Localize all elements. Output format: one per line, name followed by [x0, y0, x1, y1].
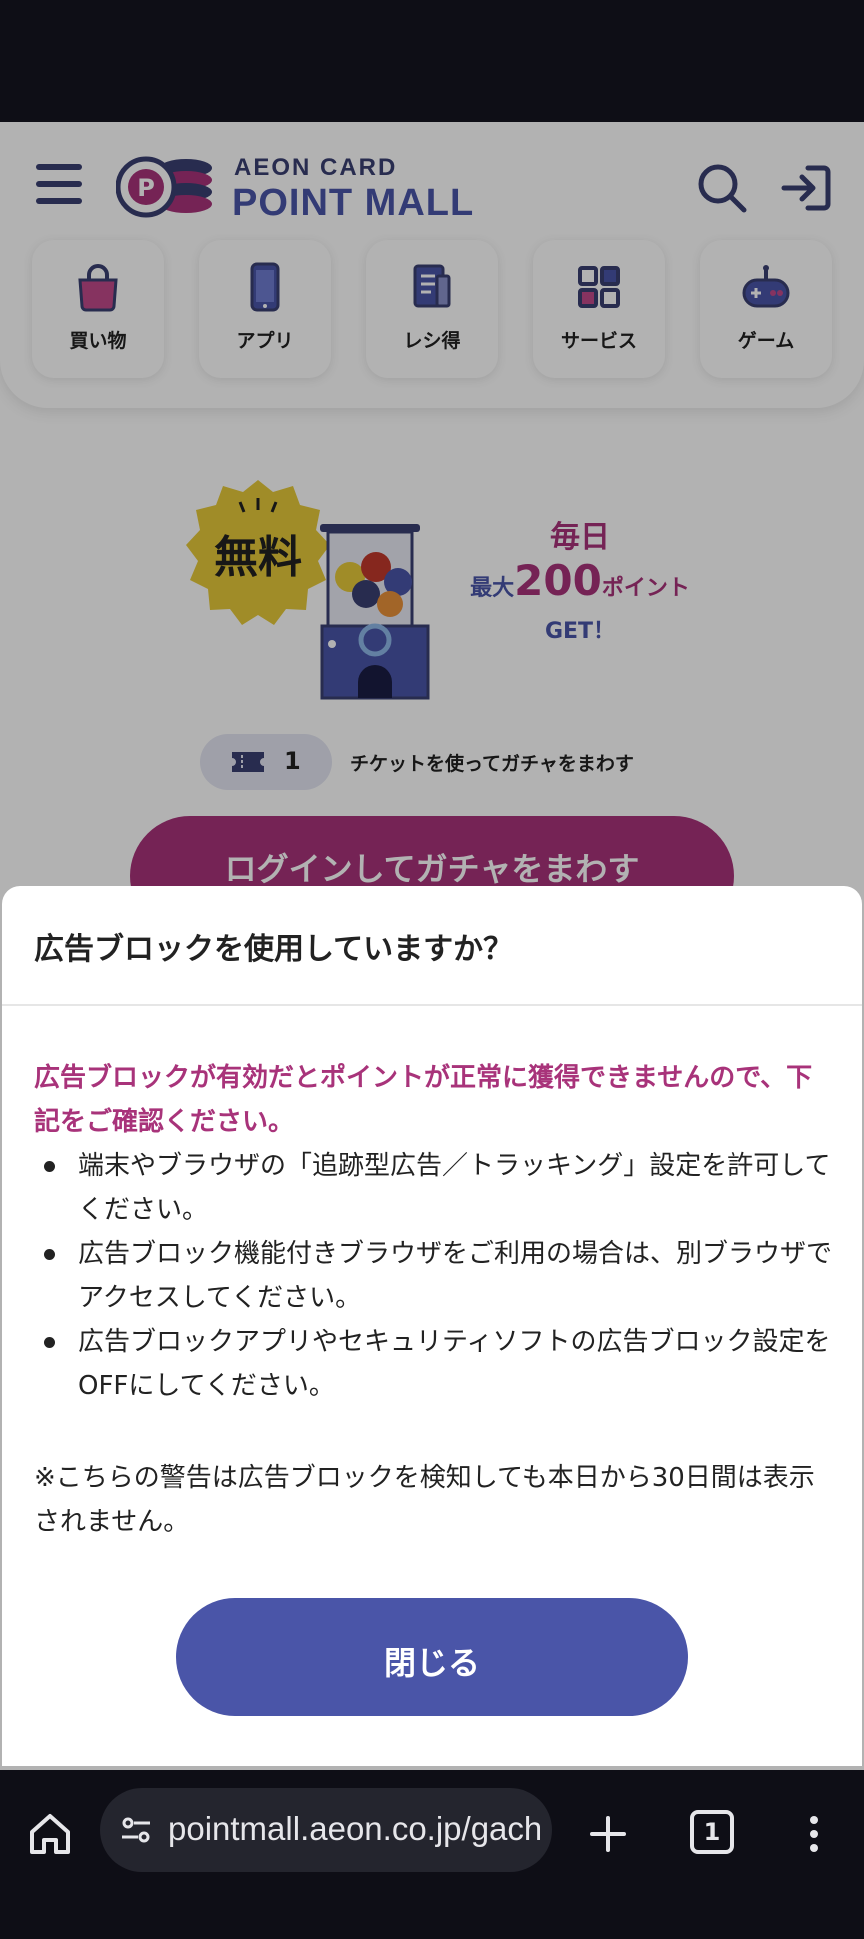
new-tab-icon[interactable] — [580, 1806, 636, 1862]
list-item: 広告ブロック機能付きブラウザをご利用の場合は、別ブラウザでアクセスしてください。 — [34, 1232, 834, 1320]
list-item: 広告ブロックアプリやセキュリティソフトの広告ブロック設定をOFFにしてください。 — [34, 1320, 834, 1408]
url-text: pointmall.aeon.co.jp/gacha — [168, 1810, 540, 1847]
tab-switcher-button[interactable]: 1 — [690, 1810, 734, 1854]
home-icon[interactable] — [22, 1806, 78, 1862]
adblock-modal: 広告ブロックを使用していますか？ 広告ブロックが有効だとポイントが正常に獲得でき… — [2, 886, 862, 1766]
modal-note: ※こちらの警告は広告ブロックを検知しても本日から30日間は表示されません。 — [34, 1463, 815, 1537]
browser-toolbar: pointmall.aeon.co.jp/gacha 1 — [0, 1770, 864, 1939]
modal-warning: 広告ブロックが有効だとポイントが正常に獲得できませんので、下記をご確認ください。 — [34, 1063, 813, 1137]
close-button-label: 閉じる — [383, 1644, 480, 1682]
modal-title: 広告ブロックを使用していますか？ — [34, 932, 514, 967]
modal-instructions: 端末やブラウザの「追跡型広告／トラッキング」設定を許可してください。 広告ブロッ… — [34, 1144, 834, 1408]
modal-divider — [2, 1004, 862, 1006]
tab-count: 1 — [703, 1818, 721, 1846]
address-bar[interactable]: pointmall.aeon.co.jp/gacha — [100, 1788, 552, 1872]
close-button[interactable]: 閉じる — [176, 1598, 688, 1716]
list-item: 端末やブラウザの「追跡型広告／トラッキング」設定を許可してください。 — [34, 1144, 834, 1232]
status-bar — [0, 0, 864, 122]
more-menu-icon[interactable] — [800, 1806, 828, 1862]
site-settings-icon[interactable] — [116, 1810, 156, 1850]
